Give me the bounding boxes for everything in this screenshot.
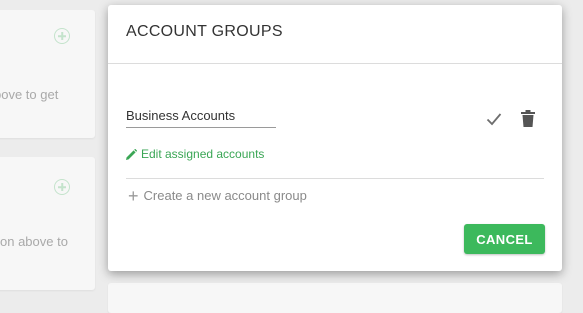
modal-title: ACCOUNT GROUPS — [126, 23, 283, 40]
edit-link-label: Edit assigned accounts — [141, 147, 265, 161]
add-circle-icon[interactable] — [54, 28, 70, 44]
create-account-group-link[interactable]: + Create a new account group — [128, 185, 307, 206]
add-circle-icon[interactable] — [54, 179, 70, 195]
background-card-2: on above to — [0, 157, 95, 290]
card-description-fragment: on above to — [0, 234, 68, 249]
create-link-label: Create a new account group — [143, 188, 307, 203]
check-icon[interactable] — [486, 112, 502, 126]
plus-icon: + — [128, 185, 139, 206]
background-card-3 — [108, 283, 562, 313]
header-divider — [108, 63, 562, 64]
pencil-icon — [126, 148, 137, 160]
cancel-button[interactable]: CANCEL — [464, 224, 545, 254]
section-divider — [126, 178, 544, 179]
account-groups-modal: ACCOUNT GROUPS Business Accounts Edit as… — [108, 5, 562, 271]
trash-icon[interactable] — [521, 110, 535, 127]
background-card-1: bove to get — [0, 10, 95, 138]
group-name-field[interactable]: Business Accounts — [126, 108, 276, 128]
card-description-fragment: bove to get — [0, 87, 59, 102]
edit-assigned-accounts-link[interactable]: Edit assigned accounts — [126, 147, 264, 161]
